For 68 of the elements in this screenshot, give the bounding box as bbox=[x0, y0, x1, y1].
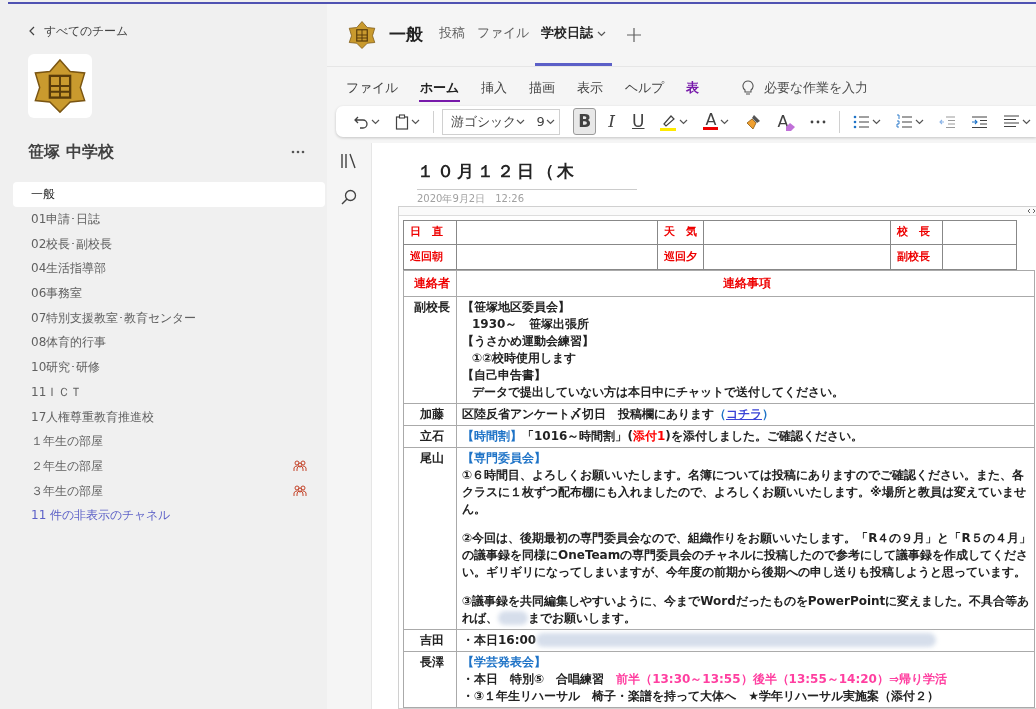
font-select[interactable]: 游ゴシック bbox=[441, 108, 530, 135]
table-cell: 校 長 bbox=[890, 220, 943, 245]
note-text: ・本日16:00 bbox=[462, 632, 1032, 649]
note-text: ③議事録を共同編集しやすいように、今までWordだったものをPowerPointに変えました。不具合等あれば、 までお願いします。 bbox=[462, 593, 1031, 627]
note-text: ・③１年生リハーサル 椅子・楽譜を持って大体へ ★学年リハーサル実施案（添付２） bbox=[462, 688, 940, 705]
note-text: ・本日 特別⑤ 合唱練習 前半（13:30～13:55）後半（13:55～14:20）⇒帰り学活 bbox=[462, 671, 948, 688]
channel-tab[interactable]: ファイル bbox=[471, 4, 535, 67]
note-text: 【時間割】「1016～時間割」(添付1)を添付しました。ご確認ください。 bbox=[462, 428, 864, 445]
channel-item[interactable]: 10研究･研修 bbox=[13, 354, 325, 380]
back-link[interactable]: すべてのチーム bbox=[44, 22, 128, 40]
hidden-channels-link[interactable]: 11 件の非表示のチャネル bbox=[13, 502, 325, 528]
team-name: 笹塚 中学校 bbox=[28, 141, 114, 163]
page-timestamp: 2020年9月2日 12:26 bbox=[417, 193, 525, 205]
ribbon-tab[interactable]: 描画 bbox=[528, 76, 556, 102]
table-cell: 巡回朝 bbox=[403, 245, 457, 270]
ribbon-tab[interactable]: 表示 bbox=[576, 76, 604, 102]
note-text: 【笹塚地区委員会】 bbox=[462, 299, 571, 316]
channel-tab[interactable]: 学校日誌 bbox=[535, 4, 612, 67]
channel-item[interactable]: 07特別支援教室･教育センター bbox=[13, 305, 325, 331]
table-cell: 尾山 bbox=[403, 447, 457, 630]
channel-item[interactable]: ３年生の部屋 bbox=[13, 478, 325, 503]
table-cell: 副校長 bbox=[890, 245, 943, 270]
column-header: 連絡事項 bbox=[456, 270, 1035, 297]
search-field[interactable]: 必要な作業を入力 bbox=[762, 77, 922, 99]
note-text: 【うさかめ運動会練習】 bbox=[462, 333, 595, 350]
underline-button[interactable]: U bbox=[627, 108, 650, 136]
table-cell: 副校長 bbox=[403, 296, 457, 404]
font-color-button[interactable]: A bbox=[698, 108, 735, 136]
note-text: 【学芸発表会】 bbox=[462, 654, 547, 671]
table-cell: 巡回夕 bbox=[657, 245, 704, 270]
italic-button[interactable]: I bbox=[601, 108, 623, 136]
column-header: 連絡者 bbox=[403, 270, 457, 297]
channel-item[interactable]: 04生活指導部 bbox=[13, 256, 325, 281]
note-text: 【自己申告書】 bbox=[462, 367, 547, 384]
table-cell: 天 気 bbox=[657, 220, 704, 245]
size-select[interactable]: 9 bbox=[528, 108, 561, 135]
ribbon-tab[interactable]: ホーム bbox=[419, 76, 460, 102]
note-text: データで提出していない方は本日中にチャットで送付してください。 bbox=[471, 384, 845, 401]
page-title: １０月１２日（木 bbox=[417, 153, 637, 190]
ribbon-tab[interactable]: 表 bbox=[685, 76, 700, 102]
channel-item[interactable]: 一般 bbox=[13, 182, 325, 207]
table-cell: 立石 bbox=[403, 425, 457, 448]
table-cell: 吉田 bbox=[403, 629, 457, 652]
clear-format-button[interactable]: A bbox=[772, 108, 801, 136]
channel-item[interactable]: １年生の部屋 bbox=[13, 428, 325, 454]
note-text: 区陸反省アンケート〆切日 投稿欄にあります（コチラ） bbox=[462, 406, 775, 423]
channel-tab[interactable]: 投稿 bbox=[433, 4, 471, 67]
ribbon-tab[interactable]: ファイル bbox=[345, 76, 399, 102]
ribbon-tab[interactable]: 挿入 bbox=[480, 76, 508, 102]
channel-item[interactable]: 01申請･日誌 bbox=[13, 206, 325, 232]
note-text: ①②校時使用します bbox=[471, 350, 578, 367]
note-text: ①６時間目、よろしくお願いいたします。名簿については投稿にありますのでご確認ください。また、各クラスに１枚ずつ配布棚にも入れましたので、よろしくお願いいたします。※場所と教員は変えていません。 bbox=[462, 467, 1027, 518]
table-cell: 加藤 bbox=[403, 403, 457, 426]
channel-item[interactable]: ２年生の部屋 bbox=[13, 453, 325, 479]
channel-title: 一般 bbox=[389, 23, 423, 47]
channel-item[interactable]: 02校長･副校長 bbox=[13, 231, 325, 257]
table-cell: 長澤 bbox=[403, 651, 457, 708]
table-cell: 日 直 bbox=[403, 220, 457, 245]
ribbon-tab[interactable]: ヘルプ bbox=[624, 76, 665, 102]
link[interactable]: コチラ bbox=[726, 407, 762, 421]
note-text: 【専門委員会】 bbox=[462, 450, 547, 467]
channel-item[interactable]: 17人権尊重教育推進校 bbox=[13, 404, 325, 429]
channel-item[interactable]: 11ＩＣＴ bbox=[13, 379, 325, 405]
bold-button[interactable]: B bbox=[573, 108, 597, 136]
note-text: 1930～ 笹塚出張所 bbox=[471, 316, 591, 333]
channel-item[interactable]: 06事務室 bbox=[13, 280, 325, 306]
note-text: ②今回は、後期最初の専門委員会なので、組織作りをお願いいたします。「R４の９月」と「R５の４月」の議事録を同様にOneTeamの専門委員会のチャネルに投稿したので参考にして議事録を作成してください。ギリギリになってしまいますが、今年度の前期から後期への申し送りも投稿しようと思っています。 bbox=[462, 530, 1032, 581]
channel-item[interactable]: 08体育的行事 bbox=[13, 330, 325, 355]
